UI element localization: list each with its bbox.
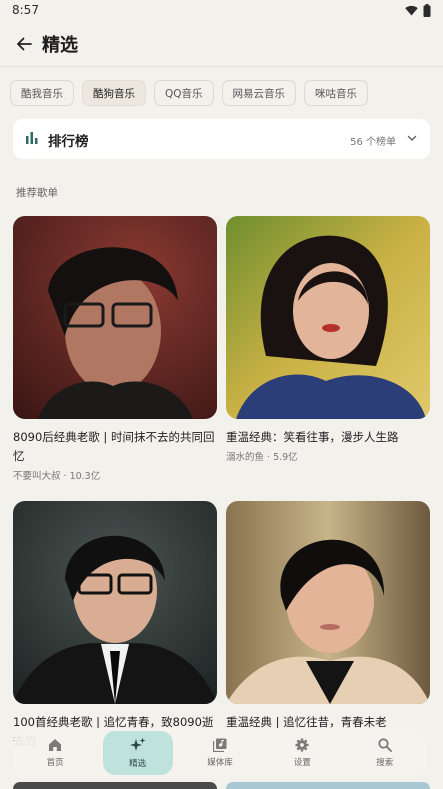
playlist-author: 溺水的鱼 xyxy=(226,452,265,463)
source-tab-kuwo[interactable]: 酷我音乐 xyxy=(10,80,74,106)
status-icons xyxy=(405,4,431,17)
playlist-author: 不要叫大叔 xyxy=(13,471,61,482)
playlist-meta: 溺水的鱼 · 5.9亿 xyxy=(226,452,298,463)
nav-label: 精选 xyxy=(129,759,147,769)
nav-label: 搜索 xyxy=(376,758,394,768)
playlist-cover xyxy=(13,216,217,419)
playlist-cover-peek xyxy=(13,782,217,789)
nav-featured[interactable]: 精选 xyxy=(102,731,173,775)
chevron-down-icon[interactable] xyxy=(406,132,418,144)
page-title: 精选 xyxy=(42,35,78,56)
top-app-bar: 精选 xyxy=(0,26,443,62)
source-tab-netease[interactable]: 网易云音乐 xyxy=(221,80,297,106)
playlist-cover-peek xyxy=(226,782,430,789)
source-tab-migu[interactable]: 咪咕音乐 xyxy=(304,80,369,106)
playlist-cover xyxy=(13,501,217,704)
sparkle-icon xyxy=(129,737,146,751)
playlist-card[interactable]: 重温经典 | 追忆往昔，青春未老 xyxy=(226,501,430,732)
source-tab-kugou[interactable]: 酷狗音乐 xyxy=(82,80,146,106)
playlist-title: 8090后经典老歌 | 时间抹不去的共同回忆 xyxy=(13,430,215,463)
playlist-card[interactable]: 8090后经典老歌 | 时间抹不去的共同回忆 不要叫大叔 · 10.3亿 xyxy=(13,216,217,482)
home-icon xyxy=(49,739,62,751)
gear-icon xyxy=(295,738,309,752)
playlist-card[interactable]: 重温经典：笑看往事，漫步人生路 溺水的鱼 · 5.9亿 xyxy=(226,216,430,463)
ranking-count: 56 个榜单 xyxy=(350,137,396,148)
wifi-icon xyxy=(405,5,418,16)
playlist-title: 重温经典：笑看往事，漫步人生路 xyxy=(226,430,399,444)
playlist-plays: 5.9亿 xyxy=(273,452,298,463)
section-title: 推荐歌单 xyxy=(16,187,58,199)
ranking-title: 排行榜 xyxy=(48,134,89,150)
arrow-back-icon xyxy=(17,37,32,51)
nav-home[interactable]: 首页 xyxy=(20,731,90,775)
nav-label: 设置 xyxy=(293,758,311,768)
battery-icon xyxy=(423,4,431,17)
nav-label: 首页 xyxy=(46,758,64,768)
ranking-card[interactable]: 排行榜 56 个榜单 xyxy=(13,119,430,159)
playlist-card[interactable]: 100首经典老歌 | 追忆青春，致8090逝去的 xyxy=(13,501,217,751)
playlist-plays: 10.3亿 xyxy=(69,471,101,482)
nav-search[interactable]: 搜索 xyxy=(350,731,420,775)
header-divider xyxy=(0,66,443,67)
bottom-navigation: 首页 精选 媒体库 设置 搜索 xyxy=(14,728,426,778)
bar-chart-icon xyxy=(26,132,38,144)
playlist-cover xyxy=(226,501,430,704)
search-icon xyxy=(378,738,392,752)
source-tabs: 酷我音乐 酷狗音乐 QQ音乐 网易云音乐 咪咕音乐 xyxy=(10,80,369,106)
back-button[interactable] xyxy=(12,32,36,56)
playlist-cover xyxy=(226,216,430,419)
library-icon xyxy=(212,738,227,752)
playlist-meta: 不要叫大叔 · 10.3亿 xyxy=(13,471,101,482)
status-time: 8:57 xyxy=(12,3,39,17)
nav-settings[interactable]: 设置 xyxy=(267,731,337,775)
status-bar: 8:57 xyxy=(0,0,443,22)
source-tab-qq[interactable]: QQ音乐 xyxy=(154,80,214,106)
nav-library[interactable]: 媒体库 xyxy=(185,731,255,775)
nav-label: 媒体库 xyxy=(207,758,233,768)
